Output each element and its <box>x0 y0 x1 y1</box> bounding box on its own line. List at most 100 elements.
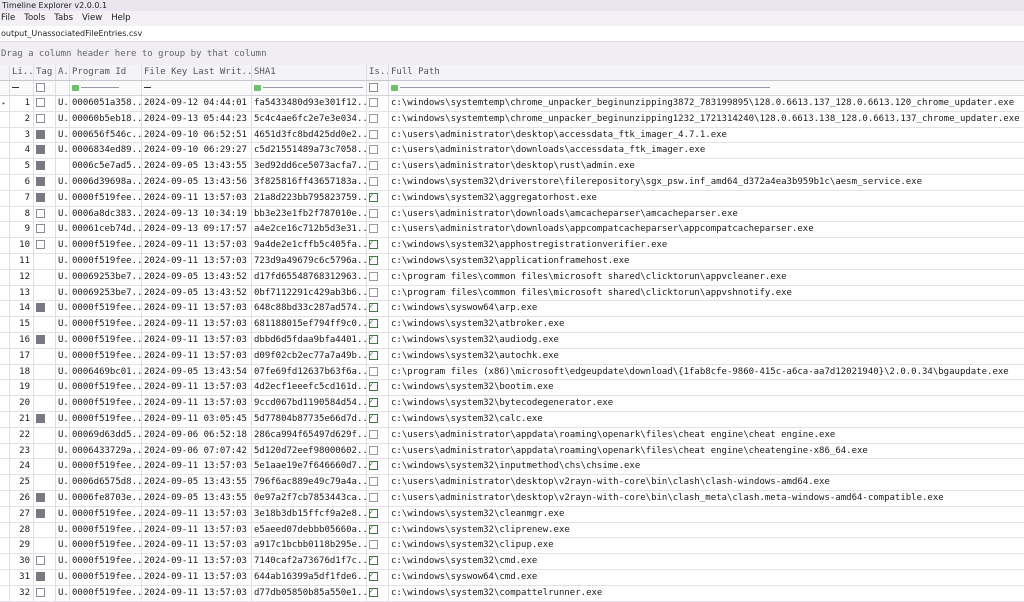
cell-tag[interactable] <box>34 190 56 206</box>
cell-tag[interactable] <box>34 301 56 317</box>
tag-checkbox[interactable] <box>36 367 45 376</box>
filter-sha1[interactable] <box>252 81 367 95</box>
header-full-path[interactable]: Full Path <box>389 65 1024 80</box>
filter-line[interactable] <box>10 81 34 95</box>
cell-tag[interactable] <box>34 238 56 253</box>
filter-full-path[interactable] <box>389 81 1024 95</box>
filter-checkbox-icon[interactable] <box>36 83 45 92</box>
filter-checkbox-icon[interactable] <box>369 83 378 92</box>
tag-checkbox[interactable] <box>36 208 45 218</box>
menu-tools[interactable]: Tools <box>24 11 45 26</box>
cell-tag[interactable] <box>34 364 56 380</box>
filter-a[interactable] <box>56 81 70 95</box>
tag-checkbox[interactable] <box>36 303 45 313</box>
table-row[interactable]: 17 U...0000f519fee...2024-09-11 13:57:03d… <box>0 348 1024 365</box>
tag-checkbox[interactable] <box>36 288 45 297</box>
cell-tag[interactable] <box>34 396 56 411</box>
table-row[interactable]: 2 U...00060b5eb18...2024-09-13 05:44:235c… <box>0 111 1024 128</box>
cell-tag[interactable] <box>34 348 56 364</box>
cell-tag[interactable] <box>34 111 56 127</box>
table-row[interactable]: 32 U...0000f519fee...2024-09-11 13:57:03d… <box>0 585 1024 602</box>
table-row[interactable]: 9 U...00061ceb74d...2024-09-13 09:17:57a4… <box>0 222 1024 239</box>
tag-checkbox[interactable] <box>36 272 45 281</box>
menu-tabs[interactable]: Tabs <box>54 11 73 26</box>
cell-tag[interactable] <box>34 269 56 285</box>
cell-tag[interactable] <box>34 522 56 538</box>
cell-tag[interactable] <box>34 332 56 348</box>
tag-checkbox[interactable] <box>36 240 45 250</box>
cell-tag[interactable] <box>34 506 56 522</box>
cell-tag[interactable] <box>34 222 56 238</box>
cell-tag[interactable] <box>34 427 56 443</box>
cell-tag[interactable] <box>34 143 56 159</box>
table-row[interactable]: 20 U...0000f519fee...2024-09-11 13:57:039… <box>0 396 1024 412</box>
table-row[interactable]: 19 U...0000f519fee...2024-09-11 13:57:034… <box>0 380 1024 397</box>
tag-checkbox[interactable] <box>36 382 45 391</box>
cell-tag[interactable] <box>34 174 56 190</box>
table-row[interactable]: 23 U...0006433729a...2024-09-06 07:07:425… <box>0 443 1024 460</box>
table-row[interactable]: 26 U...0006fe8703e...2024-09-05 13:43:550… <box>0 490 1024 507</box>
tag-checkbox[interactable] <box>36 129 45 139</box>
header-file-key-last-write[interactable]: File Key Last Writ... <box>142 65 252 80</box>
cell-tag[interactable] <box>34 253 56 269</box>
cell-tag[interactable] <box>34 554 56 569</box>
tag-checkbox[interactable] <box>36 525 45 534</box>
table-row[interactable]: 31 U...0000f519fee...2024-09-11 13:57:036… <box>0 569 1024 586</box>
tag-checkbox[interactable] <box>36 477 45 486</box>
cell-tag[interactable] <box>34 206 56 222</box>
menu-help[interactable]: Help <box>111 11 130 26</box>
cell-tag[interactable] <box>34 159 56 174</box>
header-a[interactable]: A... <box>56 65 70 80</box>
table-row[interactable]: 30 U...0000f519fee...2024-09-11 13:57:037… <box>0 554 1024 570</box>
table-row[interactable]: 10 U...0000f519fee...2024-09-11 13:57:039… <box>0 238 1024 254</box>
tag-checkbox[interactable] <box>36 587 45 597</box>
table-row[interactable]: 28 U...0000f519fee...2024-09-11 13:57:03e… <box>0 522 1024 539</box>
table-row[interactable]: 6 U...0006d39698a...2024-09-05 13:43:563f… <box>0 174 1024 191</box>
cell-tag[interactable] <box>34 569 56 585</box>
table-row[interactable]: 12 U...00069253be7...2024-09-05 13:43:52d… <box>0 269 1024 286</box>
tag-checkbox[interactable] <box>36 145 45 155</box>
table-row[interactable]: 21 U...0000f519fee...2024-09-11 03:05:455… <box>0 411 1024 428</box>
table-row[interactable]: ▸ 1 U...0006051a358...2024-09-12 04:44:01f… <box>0 96 1024 112</box>
table-row[interactable]: 18 U...0006469bc01...2024-09-05 13:43:540… <box>0 364 1024 381</box>
table-row[interactable]: 25 U...0006d6575d8...2024-09-05 13:43:557… <box>0 475 1024 491</box>
filter-tag[interactable] <box>34 81 56 95</box>
table-row[interactable]: 8 U...0006a8dc383...2024-09-13 10:34:19bb… <box>0 206 1024 223</box>
tag-checkbox[interactable] <box>36 413 45 423</box>
tag-checkbox[interactable] <box>36 161 45 171</box>
tag-checkbox[interactable] <box>36 446 45 455</box>
menu-file[interactable]: File <box>1 11 15 26</box>
table-row[interactable]: 27 U...0000f519fee...2024-09-11 13:57:033… <box>0 506 1024 523</box>
filter-file-key-last-write[interactable] <box>142 81 252 95</box>
header-line[interactable]: Li... <box>10 65 34 80</box>
table-row[interactable]: 7 U...0000f519fee...2024-09-11 13:57:0321… <box>0 190 1024 207</box>
tag-checkbox[interactable] <box>36 256 45 265</box>
tag-checkbox[interactable] <box>36 461 45 470</box>
cell-tag[interactable] <box>34 443 56 459</box>
cell-tag[interactable] <box>34 459 56 475</box>
table-row[interactable]: 29 U...0000f519fee...2024-09-11 13:57:03a… <box>0 538 1024 555</box>
table-row[interactable]: 15 U...0000f519fee...2024-09-11 13:57:036… <box>0 317 1024 333</box>
tag-checkbox[interactable] <box>36 98 45 107</box>
cell-tag[interactable] <box>34 538 56 554</box>
table-row[interactable]: 22 U...00069d63dd5...2024-09-06 06:52:182… <box>0 427 1024 444</box>
table-row[interactable]: 11 U...0000f519fee...2024-09-11 13:57:037… <box>0 253 1024 270</box>
cell-tag[interactable] <box>34 411 56 427</box>
header-tag[interactable]: Tag <box>34 65 56 80</box>
table-row[interactable]: 4 U...0006834ed89...2024-09-10 06:29:27c5… <box>0 143 1024 160</box>
tag-checkbox[interactable] <box>36 113 45 123</box>
header-sha1[interactable]: SHA1 <box>252 65 367 80</box>
cell-tag[interactable] <box>34 285 56 301</box>
table-row[interactable]: 5 0006c5e7ad5... 2024-09-05 13:43:55 3ed92d… <box>0 159 1024 175</box>
tag-checkbox[interactable] <box>36 176 45 186</box>
tag-checkbox[interactable] <box>36 351 45 360</box>
cell-tag[interactable] <box>34 490 56 506</box>
tab-file[interactable]: output_UnassociatedFileEntries.csv <box>1 29 142 38</box>
tag-checkbox[interactable] <box>36 492 45 502</box>
tag-checkbox[interactable] <box>36 398 45 407</box>
cell-tag[interactable] <box>34 127 56 143</box>
tag-checkbox[interactable] <box>36 556 45 566</box>
tag-checkbox[interactable] <box>36 224 45 234</box>
cell-tag[interactable] <box>34 317 56 332</box>
cell-tag[interactable] <box>34 585 56 601</box>
